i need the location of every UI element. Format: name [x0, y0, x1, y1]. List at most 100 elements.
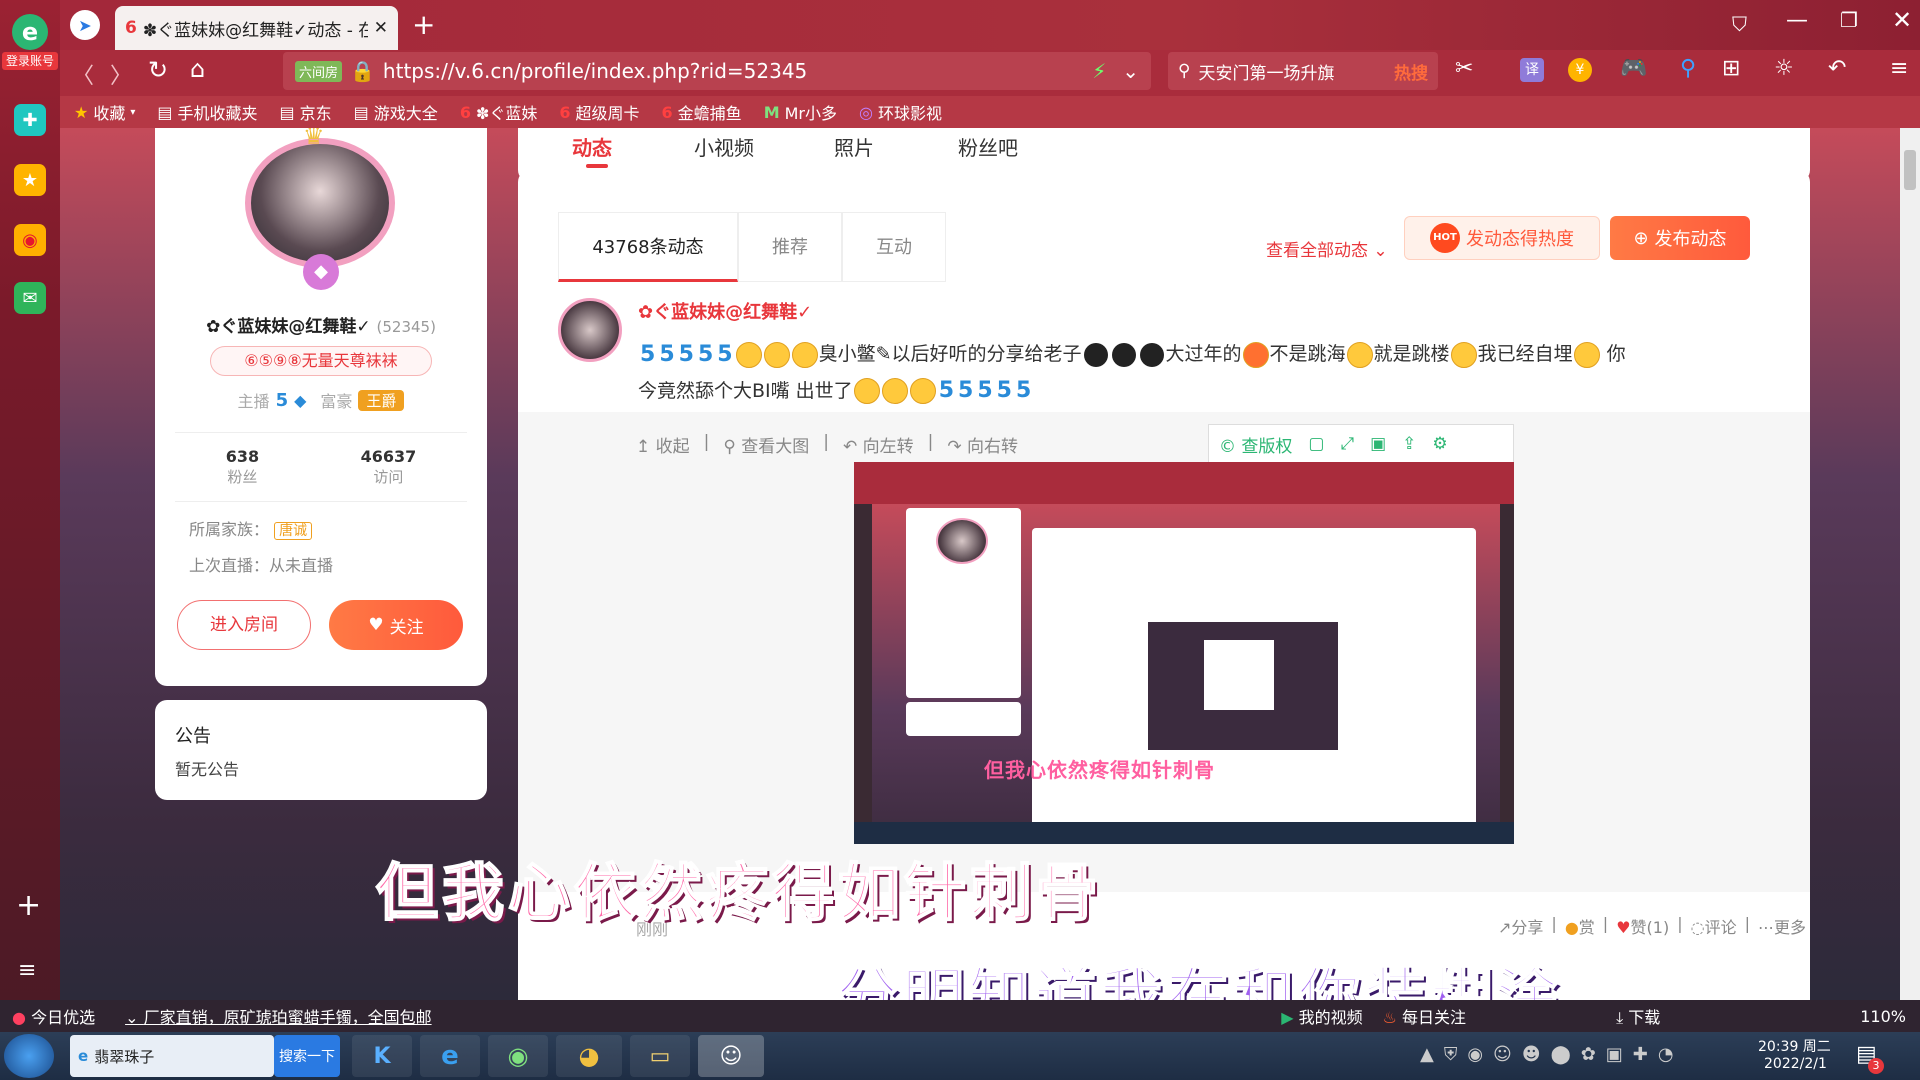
hot-search-label[interactable]: 热搜 — [1394, 59, 1428, 84]
rotate-right-button[interactable]: ↷ 向右转 — [947, 432, 1018, 457]
reward-button[interactable]: ●赏 — [1565, 914, 1595, 938]
feed-tab-interact[interactable]: 互动 — [842, 212, 946, 282]
view-large-button[interactable]: ⚲ 查看大图 — [723, 432, 809, 457]
tab-photos[interactable]: 照片 — [834, 132, 874, 161]
bookmark-item[interactable]: 6 超级周卡 — [559, 100, 639, 124]
feed-tab-all[interactable]: 43768条动态 — [558, 212, 738, 282]
close-window-button[interactable]: ✕ — [1892, 6, 1912, 34]
star-favorites-icon[interactable]: ★ — [14, 164, 46, 196]
bookmark-item[interactable]: ▤ 京东 — [280, 100, 332, 124]
refresh-icon[interactable]: ↻ — [148, 56, 168, 84]
lightning-icon[interactable]: ⚡ — [1092, 59, 1106, 83]
my-video-button[interactable]: ▶ 我的视频 — [1281, 1004, 1362, 1028]
daily-follow-button[interactable]: ♨ 每日关注 — [1383, 1004, 1466, 1028]
back-icon[interactable]: 〈 — [72, 58, 94, 90]
tab-dynamics[interactable]: 动态 — [572, 132, 612, 161]
plus-app-icon[interactable]: ✚ — [14, 104, 46, 136]
copyright-button[interactable]: © 查版权 — [1219, 432, 1292, 457]
publish-button[interactable]: ⊕ 发布动态 — [1610, 216, 1750, 260]
gear-icon[interactable]: ⚙ — [1432, 434, 1447, 454]
post-text: 5 5 5 5 5 臭小鳖✎以后好听的分享给老子 大过年的 不是跳海 就是跳楼 我已经自埋 你 今… — [638, 341, 1626, 404]
folder-app-icon[interactable]: ▭ — [630, 1035, 690, 1077]
scrollbar-thumb[interactable] — [1904, 150, 1916, 190]
translate-icon[interactable]: 译 — [1520, 58, 1544, 82]
forward-icon[interactable]: 〉 — [110, 58, 132, 90]
browser-app-icon[interactable]: ◉ — [488, 1035, 548, 1077]
ie-search-box[interactable]: e 翡翠珠子 — [70, 1035, 274, 1077]
tab-fan-club[interactable]: 粉丝吧 — [958, 132, 1018, 161]
undo-icon[interactable]: ↶ — [1828, 56, 1846, 81]
scissors-icon[interactable]: ✂ — [1455, 56, 1473, 81]
post-image[interactable]: 但我心依然疼得如针刺骨 — [854, 462, 1514, 844]
avatar[interactable] — [245, 138, 395, 268]
today-picks[interactable]: ● 今日优选 — [12, 1004, 95, 1028]
save-icon[interactable]: ▣ — [1370, 434, 1386, 454]
tab-short-video[interactable]: 小视频 — [694, 132, 754, 161]
start-button[interactable] — [4, 1034, 54, 1078]
clock-time[interactable]: 20:39 周二 — [1758, 1036, 1831, 1056]
search-input[interactable]: ⚲ 天安门第一场升旗 热搜 — [1168, 52, 1438, 90]
brightness-icon[interactable]: ☼ — [1774, 56, 1794, 81]
download-button[interactable]: ⤓ 下载 — [1616, 1004, 1660, 1028]
page-scrollbar[interactable] — [1900, 128, 1920, 1000]
collapse-button[interactable]: ↥ 收起 — [636, 432, 690, 457]
post-author[interactable]: ✿ぐ蓝妹妹@红舞鞋✓ — [638, 298, 812, 324]
fans-stat[interactable]: 638 粉丝 — [226, 447, 259, 487]
view-all-dropdown[interactable]: 查看全部动态 ⌄ — [1266, 236, 1388, 261]
shirt-icon[interactable]: ⛉ — [1732, 12, 1747, 36]
menu-list-icon[interactable]: ≡ — [18, 958, 36, 983]
hot-post-button[interactable]: HOT 发动态得热度 — [1404, 216, 1600, 260]
weibo-icon[interactable]: ◉ — [14, 224, 46, 256]
enter-room-button[interactable]: 进入房间 — [177, 600, 311, 650]
url-input[interactable]: 六间房 🔒 https://v.6.cn/profile/index.php?r… — [283, 52, 1151, 90]
mail-icon[interactable]: ✉ — [14, 282, 46, 314]
avatar-app-icon[interactable]: ☺ — [698, 1035, 764, 1077]
rotate-left-button[interactable]: ↶ 向左转 — [843, 432, 914, 457]
bookmark-item[interactable]: M Mr小多 — [764, 100, 837, 124]
search-go-button[interactable]: 搜索一下 — [274, 1035, 340, 1077]
follow-button[interactable]: ♥ 关注 — [329, 600, 463, 650]
expand-icon[interactable]: ⤢ — [1340, 434, 1354, 454]
copy-icon[interactable]: ▢ — [1308, 434, 1324, 454]
bomb-icon — [1111, 342, 1136, 367]
feed-tab-recommend[interactable]: 推荐 — [738, 212, 842, 282]
bookmark-item[interactable]: ★ 收藏 ▾ — [74, 100, 135, 124]
maximize-button[interactable]: ❐ — [1840, 8, 1858, 32]
game-icon[interactable]: 🎮 — [1620, 56, 1647, 81]
comment-button[interactable]: ◌评论 — [1691, 914, 1737, 938]
bookmark-item[interactable]: 6 ✽ぐ蓝妹 — [460, 100, 538, 124]
post-avatar[interactable] — [558, 298, 622, 362]
k-app-icon[interactable]: K — [352, 1035, 412, 1077]
coin-icon[interactable]: ¥ — [1568, 58, 1592, 82]
bookmark-item[interactable]: ◎ 环球影视 — [859, 100, 942, 124]
login-button[interactable]: 登录账号 — [2, 52, 58, 70]
family-badge[interactable]: 唐诚 — [274, 522, 313, 540]
bookmark-item[interactable]: ▤ 手机收藏夹 — [157, 100, 257, 124]
share-button[interactable]: ↗分享 — [1498, 914, 1543, 938]
ie-app-icon[interactable]: e — [420, 1035, 480, 1077]
tab-close-icon[interactable]: ✕ — [374, 18, 388, 38]
chrome-app-icon[interactable]: ◕ — [556, 1035, 622, 1077]
browser-logo-icon[interactable]: e — [12, 14, 48, 50]
tray-icons[interactable]: ▲⛨◉☺☻⬤✿▣✚◔ — [1420, 1044, 1684, 1065]
grid-apps-icon[interactable]: ⊞ — [1722, 56, 1740, 81]
ad-link[interactable]: ⌄ 厂家直销，原矿琥珀蜜蜡手镯，全国包邮 — [125, 1004, 432, 1028]
minimize-button[interactable]: — — [1786, 8, 1808, 33]
home-icon[interactable]: ⌂ — [190, 55, 205, 83]
new-tab-button[interactable]: + — [412, 8, 435, 41]
fan-badge[interactable]: ⑥⑤⑨⑧无量天尊袜袜 — [210, 346, 432, 376]
zoom-level[interactable]: 110% — [1860, 1007, 1906, 1026]
share-out-icon[interactable]: ⇪ — [1402, 434, 1416, 454]
bookmark-item[interactable]: 6 金蟾捕鱼 — [662, 100, 742, 124]
magnifier-icon[interactable]: ⚲ — [1680, 56, 1696, 81]
tab-active[interactable]: 6 ✽ぐ蓝妹妹@红舞鞋✓动态 - 在 ✕ — [115, 6, 398, 50]
like-button[interactable]: ♥赞(1) — [1616, 914, 1669, 938]
navigation-compass-icon[interactable]: ➤ — [70, 10, 100, 40]
chevron-down-icon[interactable]: ⌄ — [1122, 59, 1139, 83]
menu-icon[interactable]: ≡ — [1890, 56, 1908, 81]
media-toolbar: ↥ 收起 | ⚲ 查看大图 | ↶ 向左转 | ↷ 向右转 — [636, 432, 1019, 457]
more-button[interactable]: ⋯更多 — [1758, 914, 1806, 938]
bookmark-item[interactable]: ▤ 游戏大全 — [354, 100, 438, 124]
add-icon[interactable]: + — [16, 888, 41, 923]
clock-date[interactable]: 2022/2/1 — [1764, 1056, 1827, 1072]
